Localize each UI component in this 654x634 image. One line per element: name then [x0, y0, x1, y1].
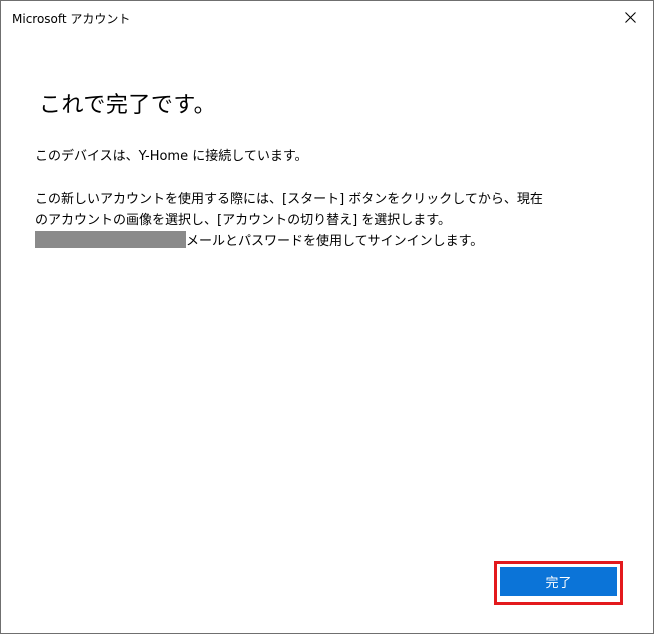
microsoft-account-dialog: Microsoft アカウント これで完了です。 このデバイスは、Y-Home … — [0, 0, 654, 634]
close-button[interactable] — [607, 1, 653, 33]
instructions-line-1: この新しいアカウントを使用する際には、[スタート] ボタンをクリックしてから、現… — [35, 192, 543, 207]
connection-status-text: このデバイスは、Y-Home に接続しています。 — [35, 149, 308, 164]
done-button[interactable]: 完了 — [500, 567, 617, 597]
instructions-line-3: メールとパスワードを使用してサインインします。 — [35, 231, 625, 253]
title-bar: Microsoft アカウント — [1, 1, 653, 33]
redacted-email — [35, 231, 186, 248]
instructions-text: この新しいアカウントを使用する際には、[スタート] ボタンをクリックしてから、現… — [35, 190, 625, 253]
window-title: Microsoft アカウント — [12, 12, 131, 26]
close-icon — [624, 11, 636, 23]
instructions-line-3-text: メールとパスワードを使用してサインインします。 — [186, 234, 484, 249]
instructions-line-2: のアカウントの画像を選択し、[アカウントの切り替え] を選択します。 — [35, 212, 451, 228]
page-title: これで完了です。 — [39, 93, 217, 118]
